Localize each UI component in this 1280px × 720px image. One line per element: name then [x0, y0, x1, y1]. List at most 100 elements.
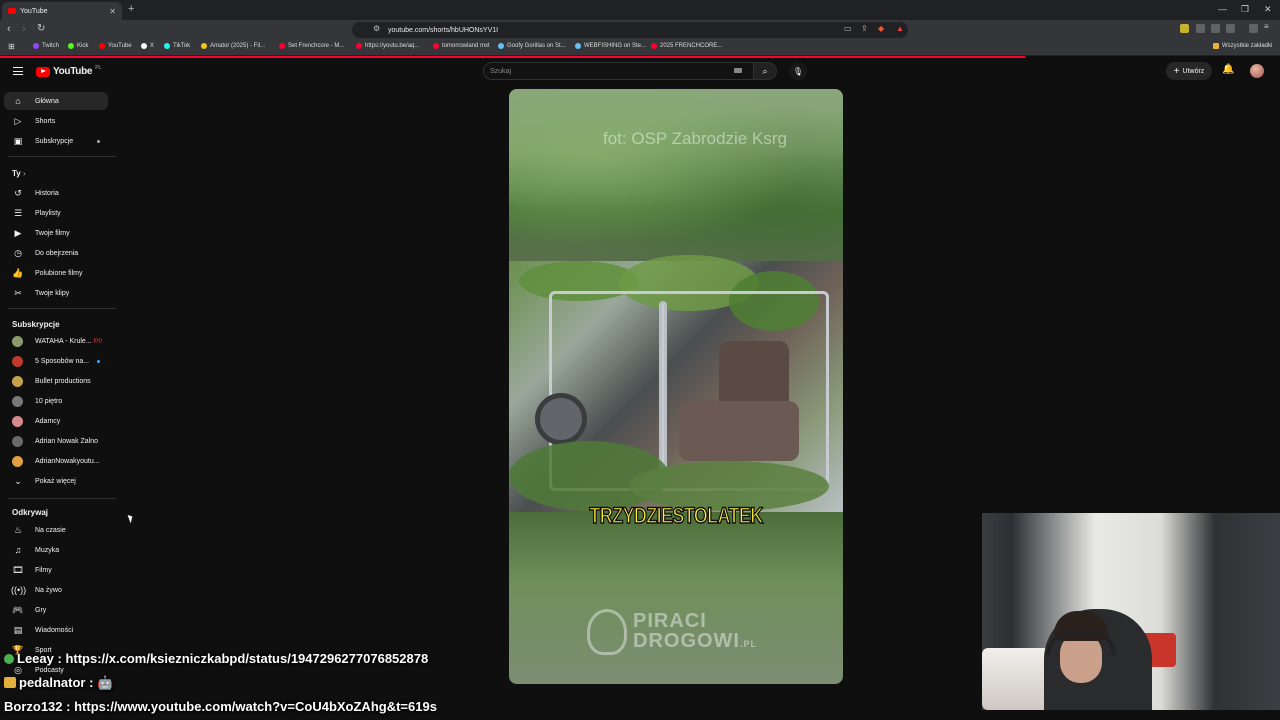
bookmark-item[interactable]: WEBFISHING on Ste... — [575, 43, 646, 49]
reload-icon[interactable]: ↻ — [37, 23, 45, 34]
channel-avatar — [12, 355, 23, 367]
bookmark-item[interactable]: Kick — [68, 43, 88, 49]
sidebar-sub-channel[interactable]: AdrianNowakyoutu... — [4, 452, 108, 470]
url-text: youtube.com/shorts/hbUHONsYV1I — [388, 26, 499, 34]
cast-icon[interactable]: ▭ — [844, 24, 852, 33]
menu-kebab-icon[interactable]: ≡ — [1264, 22, 1273, 31]
bookmark-item[interactable]: Twitch — [33, 43, 59, 49]
sidebar-sub-channel[interactable]: Adamcy — [4, 412, 108, 430]
sidebar-item-history[interactable]: ↺ Historia — [4, 184, 108, 202]
music-icon: ♫ — [14, 545, 22, 555]
sidebar-item-films[interactable]: 🎞 Filmy — [4, 561, 108, 579]
scissors-icon: ✂ — [14, 287, 22, 298]
youtube-favicon-icon — [8, 8, 16, 14]
search-input[interactable]: Szukaj — [483, 62, 754, 80]
all-bookmarks[interactable]: Wszystkie zakładki — [1213, 43, 1272, 49]
site-info-icon[interactable]: ⚙ — [373, 24, 380, 33]
shorts-video-player[interactable]: fot: OSP Zabrodzie Ksrg TRZYDZIESTOLATEK… — [509, 89, 843, 684]
create-button[interactable]: + Utwórz — [1166, 62, 1212, 80]
close-tab-icon[interactable]: ✕ — [109, 7, 116, 16]
podcast-icon: ◎ — [14, 664, 22, 675]
clock-icon: ◷ — [14, 247, 22, 258]
new-content-dot — [97, 360, 100, 363]
bookmark-favicon-icon — [33, 43, 39, 49]
search-button[interactable]: ⌕ — [753, 62, 777, 80]
sidebar-item-liked-videos[interactable]: 👍 Polubione filmy — [4, 264, 108, 282]
helmet-logo-icon — [587, 609, 627, 655]
sidebar-sub-channel[interactable]: Bullet productions — [4, 372, 108, 390]
minimize-icon[interactable]: — — [1218, 4, 1227, 14]
chevron-down-icon: ⌄ — [14, 475, 22, 486]
show-more-button[interactable]: ⌄ Pokaż więcej — [4, 472, 108, 490]
sidebar-sub-channel[interactable]: WATAHA - Krule... ((•)) — [4, 332, 108, 350]
share-icon[interactable]: ⇪ — [861, 24, 868, 33]
divider — [8, 308, 116, 309]
bookmark-item[interactable]: Amator (2025) - Fil... — [201, 43, 265, 49]
chat-message: Leeay : https://x.com/ksiezniczkabpd/sta… — [4, 651, 428, 666]
sidebar-item-home[interactable]: ⌂ Główna — [4, 92, 108, 110]
back-icon[interactable]: ‹ — [7, 23, 11, 35]
new-tab-icon[interactable]: + — [128, 3, 134, 15]
sidebar-item-live[interactable]: ((•)) Na żywo — [4, 581, 108, 599]
bookmark-item[interactable]: Goofy Gorillas on St... — [498, 43, 566, 49]
bookmark-item[interactable]: 2025 FRENCHCORE... — [651, 43, 722, 49]
video-blurred-top — [509, 89, 843, 261]
history-icon: ↺ — [14, 187, 22, 198]
bookmark-item[interactable]: tomorrowland mxt — [433, 43, 490, 49]
hamburger-menu-icon[interactable] — [13, 67, 23, 75]
sidebar-item-playlists[interactable]: ☰ Playlisty — [4, 204, 108, 222]
you-section-heading[interactable]: Ty › — [12, 169, 26, 178]
shorts-icon: ▷ — [14, 115, 22, 126]
sidebar-item-trending[interactable]: ♨ Na czasie — [4, 521, 108, 539]
sidebar-item-music[interactable]: ♫ Muzyka — [4, 541, 108, 559]
youtube-logo[interactable]: YouTube PL — [36, 65, 101, 77]
channel-avatar — [12, 435, 23, 447]
bookmark-item[interactable]: TikTok — [164, 43, 190, 49]
playlist-icon: ☰ — [13, 207, 23, 218]
notifications-bell-icon[interactable]: 🔔 — [1222, 64, 1234, 75]
sidebar-item-your-clips[interactable]: ✂ Twoje klipy — [4, 284, 108, 302]
media-icon[interactable] — [1249, 24, 1258, 33]
bookmark-item[interactable]: X — [141, 43, 154, 49]
voice-search-button[interactable]: 🎙 — [789, 62, 807, 80]
video-icon: ▶ — [14, 227, 22, 238]
steering-wheel — [535, 393, 587, 445]
live-icon: ((•)) — [11, 585, 27, 595]
sidebar-sub-channel[interactable]: Adrian Nowak Zalno — [4, 432, 108, 450]
extension-icon[interactable] — [1196, 24, 1205, 33]
browser-tab[interactable]: YouTube ✕ — [2, 2, 122, 20]
sidebar-item-shorts[interactable]: ▷ Shorts — [4, 112, 108, 130]
sidebar-sub-channel[interactable]: 10 piętro — [4, 392, 108, 410]
bookmark-item[interactable]: Set Frenchcore - M... — [279, 43, 344, 49]
trending-icon: ♨ — [13, 524, 23, 535]
divider — [8, 156, 116, 157]
avatar[interactable] — [1250, 64, 1264, 78]
brave-shield-icon[interactable]: ◆ — [878, 24, 884, 33]
video-blurred-bottom — [509, 512, 843, 684]
sidebar-toggle-icon[interactable] — [1226, 24, 1235, 33]
sidebar-item-gaming[interactable]: 🎮 Gry — [4, 601, 108, 619]
extensions-puzzle-icon[interactable] — [1211, 24, 1220, 33]
address-bar[interactable]: youtube.com/shorts/hbUHONsYV1I — [352, 22, 908, 38]
bookmark-favicon-icon — [99, 43, 105, 49]
explore-section-heading: Odkrywaj — [12, 508, 49, 517]
folder-icon — [1213, 43, 1219, 49]
emote-icon: 🤖 — [97, 675, 114, 690]
apps-grid-icon[interactable]: ⊞ — [8, 42, 15, 51]
sidebar-item-news[interactable]: ▤ Wiadomości — [4, 621, 108, 639]
sidebar-item-your-videos[interactable]: ▶ Twoje filmy — [4, 224, 108, 242]
window-close-icon[interactable]: ✕ — [1264, 4, 1272, 15]
restore-icon[interactable]: ❐ — [1241, 4, 1249, 15]
sidebar-item-subscriptions[interactable]: ▣ Subskrypcje — [4, 132, 108, 150]
mouse-cursor-icon — [127, 513, 135, 524]
channel-avatar — [12, 335, 23, 347]
extension-icon[interactable] — [1180, 24, 1189, 33]
bookmark-item[interactable]: YouTube — [99, 43, 132, 49]
forward-icon[interactable]: › — [22, 23, 26, 35]
keyboard-icon[interactable] — [734, 68, 742, 73]
new-content-dot — [97, 140, 100, 143]
sidebar-item-watch-later[interactable]: ◷ Do obejrzenia — [4, 244, 108, 262]
sidebar-sub-channel[interactable]: 5 Sposobów na... — [4, 352, 108, 370]
bookmark-item[interactable]: https://youtu.be/aq... — [356, 43, 419, 49]
warning-icon[interactable]: ▲ — [896, 24, 904, 33]
